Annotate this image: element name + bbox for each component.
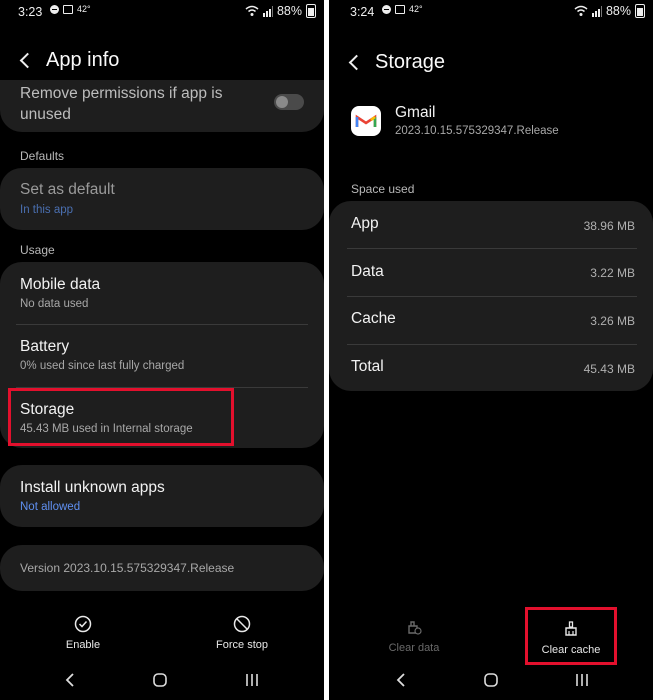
cache-size-label: Cache bbox=[351, 310, 396, 327]
battery-subtitle: 0% used since last fully charged bbox=[20, 360, 185, 372]
defaults-section-header: Defaults bbox=[20, 149, 65, 163]
install-unknown-apps-subtitle: Not allowed bbox=[20, 501, 81, 513]
clear-data-button[interactable]: Clear data bbox=[374, 618, 454, 654]
permissions-card[interactable]: Remove permissions if app is unused bbox=[0, 80, 324, 132]
enable-button[interactable]: Enable bbox=[43, 615, 123, 651]
app-info-screen: 3:23 42° 88% App info Remove permissions… bbox=[0, 0, 324, 700]
total-size-label: Total bbox=[351, 358, 384, 375]
space-used-section-header: Space used bbox=[351, 182, 415, 196]
dnd-icon bbox=[382, 4, 391, 14]
storage-highlight-box bbox=[8, 388, 234, 446]
set-as-default-item[interactable]: Set as default In this app bbox=[0, 168, 324, 230]
cache-size-value: 3.26 MB bbox=[590, 314, 635, 328]
battery-percent: 88% bbox=[276, 4, 302, 18]
back-arrow-icon[interactable] bbox=[16, 51, 34, 69]
signal-icon bbox=[262, 5, 273, 17]
enable-label: Enable bbox=[65, 639, 101, 651]
data-size-label: Data bbox=[351, 263, 384, 280]
app-version: 2023.10.15.575329347.Release bbox=[395, 125, 559, 137]
total-size-value: 45.43 MB bbox=[583, 362, 635, 376]
set-as-default-title: Set as default bbox=[20, 181, 115, 198]
battery-percent: 88% bbox=[605, 4, 631, 18]
app-bar: App info bbox=[0, 40, 324, 80]
storage-screen: 3:24 42° 88% Storage Gmail 2023.10.15.57… bbox=[329, 0, 653, 700]
nav-back-icon[interactable] bbox=[395, 672, 407, 693]
usage-section-header: Usage bbox=[20, 243, 55, 257]
dnd-icon bbox=[50, 4, 59, 14]
battery-icon bbox=[306, 4, 316, 18]
status-time: 3:23 bbox=[18, 5, 43, 19]
battery-icon bbox=[635, 4, 645, 18]
cache-size-row: Cache 3.26 MB bbox=[329, 297, 653, 344]
status-bar: 3:24 42° 88% bbox=[329, 0, 653, 24]
remove-permissions-label: Remove permissions if app is unused bbox=[20, 85, 223, 123]
app-size-value: 38.96 MB bbox=[583, 219, 635, 233]
mobile-data-title: Mobile data bbox=[20, 276, 101, 293]
remove-permissions-toggle[interactable] bbox=[274, 94, 304, 110]
total-size-row: Total 45.43 MB bbox=[329, 345, 653, 391]
clear-data-label: Clear data bbox=[388, 642, 440, 654]
install-unknown-apps-title: Install unknown apps bbox=[20, 479, 165, 496]
status-temp: 42° bbox=[409, 4, 423, 14]
gallery-icon bbox=[395, 4, 405, 14]
nav-home-icon[interactable] bbox=[483, 672, 499, 693]
mobile-data-item[interactable]: Mobile data No data used bbox=[0, 262, 324, 324]
wifi-icon bbox=[574, 5, 588, 16]
app-size-label: App bbox=[351, 215, 379, 232]
back-arrow-icon[interactable] bbox=[345, 53, 363, 71]
clear-cache-highlight-box bbox=[525, 607, 617, 665]
nav-back-icon[interactable] bbox=[64, 672, 76, 693]
page-title: App info bbox=[46, 48, 120, 71]
mobile-data-subtitle: No data used bbox=[20, 298, 89, 310]
battery-item[interactable]: Battery 0% used since last fully charged bbox=[0, 325, 324, 387]
app-size-row: App 38.96 MB bbox=[329, 201, 653, 248]
install-unknown-apps-item[interactable]: Install unknown apps Not allowed bbox=[0, 465, 324, 527]
clear-data-icon bbox=[408, 621, 422, 635]
wifi-icon bbox=[245, 5, 259, 16]
signal-icon bbox=[591, 5, 602, 17]
nav-recents-icon[interactable] bbox=[244, 672, 260, 693]
gallery-icon bbox=[63, 4, 73, 14]
app-header: Gmail 2023.10.15.575329347.Release bbox=[351, 104, 641, 144]
gmail-logo-icon bbox=[351, 106, 381, 136]
data-size-value: 3.22 MB bbox=[590, 266, 635, 280]
status-bar: 3:23 42° 88% bbox=[0, 0, 324, 24]
space-used-card: App 38.96 MB Data 3.22 MB Cache 3.26 MB … bbox=[329, 201, 653, 391]
page-title: Storage bbox=[375, 50, 446, 73]
status-temp: 42° bbox=[77, 4, 91, 14]
block-icon bbox=[233, 615, 251, 633]
navigation-bar bbox=[0, 664, 324, 700]
app-name: Gmail bbox=[395, 104, 436, 121]
check-circle-icon bbox=[74, 615, 92, 633]
navigation-bar bbox=[329, 664, 653, 700]
version-label: Version 2023.10.15.575329347.Release bbox=[20, 561, 235, 575]
nav-recents-icon[interactable] bbox=[574, 672, 590, 693]
app-bar: Storage bbox=[329, 42, 653, 82]
nav-home-icon[interactable] bbox=[152, 672, 168, 693]
force-stop-label: Force stop bbox=[216, 639, 268, 651]
status-time: 3:24 bbox=[350, 5, 375, 19]
force-stop-button[interactable]: Force stop bbox=[200, 615, 284, 651]
data-size-row: Data 3.22 MB bbox=[329, 249, 653, 296]
version-card: Version 2023.10.15.575329347.Release bbox=[0, 545, 324, 591]
battery-title: Battery bbox=[20, 338, 70, 355]
set-as-default-subtitle: In this app bbox=[20, 204, 74, 216]
